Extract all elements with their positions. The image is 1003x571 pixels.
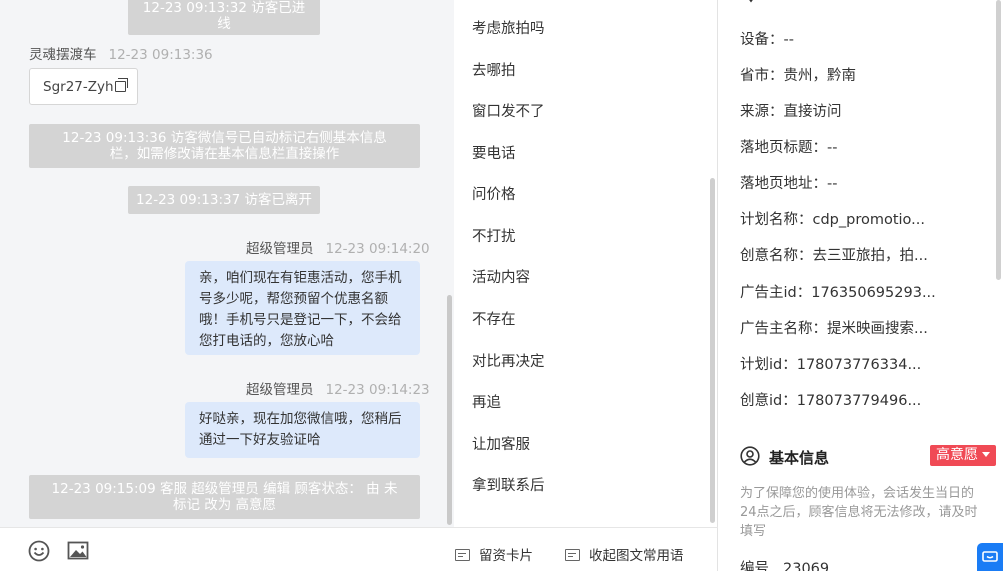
quick-reply-item[interactable]: 要电话 — [472, 142, 516, 163]
caret-down-icon — [982, 452, 990, 457]
info-row-source: 来源：直接访问 — [740, 104, 842, 120]
visitor-name: 灵魂摆渡车 — [29, 47, 97, 63]
info-row-device: 设备：-- — [740, 32, 794, 48]
location-icon — [749, 0, 753, 3]
info-row-serial: 编号 23069 — [740, 561, 830, 571]
visitor-info-panel: 设备：-- 省市：贵州，黔南 来源：直接访问 落地页标题：-- 落地页地址：--… — [719, 0, 1003, 571]
chat-toolbar — [0, 527, 454, 571]
system-note-status-change: 12-23 09:15:09 客服 超级管理员 编辑 顾客状态： 由 未标记 改… — [29, 475, 420, 519]
info-row-creative-id: 创意id：178073779496... — [740, 393, 922, 409]
copy-icon[interactable] — [114, 78, 128, 92]
info-row-advertiser-name: 广告主名称：提米映画搜索... — [740, 321, 928, 337]
image-icon[interactable] — [67, 540, 89, 562]
visitor-wechat-card[interactable]: Sgr27-Zyh — [29, 68, 138, 105]
info-row-advertiser-id: 广告主id：176350695293... — [740, 285, 936, 301]
system-note-wechat-marked: 12-23 09:13:36 访客微信号已自动标记右侧基本信息栏，如需修改请在基… — [29, 124, 420, 168]
quick-reply-item[interactable]: 去哪拍 — [472, 59, 516, 80]
quick-reply-item[interactable]: 让加客服 — [472, 433, 530, 454]
quick-reply-scrollbar[interactable] — [710, 178, 715, 523]
chat-scrollbar[interactable] — [447, 295, 452, 525]
quick-reply-item[interactable]: 窗口发不了 — [472, 100, 545, 121]
info-row-landing-url: 落地页地址：-- — [740, 176, 838, 192]
emoji-icon[interactable] — [28, 540, 50, 562]
info-row-plan-name: 计划名称：cdp_promotio... — [740, 212, 926, 228]
quick-reply-item[interactable]: 考虑旅拍吗 — [472, 17, 545, 38]
agent-name: 超级管理员 — [246, 241, 314, 257]
info-scrollbar[interactable] — [996, 0, 1001, 280]
agent-name: 超级管理员 — [246, 382, 314, 398]
quick-reply-item[interactable]: 不存在 — [472, 308, 516, 329]
agent-message-meta: 超级管理员 12-23 09:14:20 — [246, 237, 430, 257]
quick-reply-item[interactable]: 活动内容 — [472, 266, 530, 287]
message-card-icon — [565, 549, 580, 561]
quick-reply-item[interactable]: 再追 — [472, 391, 501, 412]
system-note-left: 12-23 09:13:37 访客已离开 — [128, 186, 320, 214]
visitor-message-time: 12-23 09:13:36 — [108, 47, 213, 63]
quick-reply-footer: 留资卡片 收起图文常用语 — [454, 527, 718, 571]
basic-info-header: 基本信息 高意愿 — [740, 445, 996, 467]
chat-panel: 12-23 09:13:32 访客已进线 灵魂摆渡车 12-23 09:13:36… — [0, 0, 454, 571]
collapse-phrases-button[interactable]: 收起图文常用语 — [565, 544, 684, 564]
agent-message-time: 12-23 09:14:20 — [325, 241, 430, 257]
edit-notice: 为了保障您的使用体验，会话发生当日的24点之后，顾客信息将无法修改，请及时填写 — [740, 486, 978, 539]
quick-reply-item[interactable]: 对比再决定 — [472, 350, 545, 371]
chat-bubble-icon — [982, 551, 998, 562]
agent-message-bubble: 好哒亲，现在加您微信哦，您稍后通过一下好友验证哈 — [185, 402, 420, 458]
quick-reply-panel: 考虑旅拍吗 去哪拍 窗口发不了 要电话 问价格 不打扰 活动内容 不存在 对比再… — [454, 0, 718, 571]
visitor-message-meta: 灵魂摆渡车 12-23 09:13:36 — [29, 43, 213, 63]
message-card-icon — [455, 549, 470, 561]
agent-message-time: 12-23 09:14:23 — [325, 382, 430, 398]
info-row-plan-id: 计划id：178073776334... — [740, 357, 922, 373]
chat-messages[interactable]: 12-23 09:13:32 访客已进线 灵魂摆渡车 12-23 09:13:36… — [0, 0, 454, 527]
info-row-region: 省市：贵州，黔南 — [740, 68, 856, 84]
info-row-landing-title: 落地页标题：-- — [740, 140, 838, 156]
wechat-id-text: Sgr27-Zyh — [43, 79, 114, 95]
floating-chat-button[interactable] — [977, 543, 1003, 571]
agent-message-bubble: 亲，咱们现在有钜惠活动，您手机号多少呢，帮您预留个优惠名额哦！手机号只是登记一下… — [185, 261, 420, 355]
user-icon — [740, 446, 760, 466]
quick-reply-item[interactable]: 不打扰 — [472, 225, 516, 246]
agent-message-meta: 超级管理员 12-23 09:14:23 — [246, 378, 430, 398]
basic-info-title: 基本信息 — [769, 449, 830, 467]
lead-card-button[interactable]: 留资卡片 — [455, 544, 533, 564]
quick-reply-item[interactable]: 拿到联系后 — [472, 474, 545, 495]
info-row-creative-name: 创意名称：去三亚旅拍，拍... — [740, 248, 928, 264]
system-note-entered: 12-23 09:13:32 访客已进线 — [128, 0, 320, 35]
intent-tag-dropdown[interactable]: 高意愿 — [930, 445, 996, 466]
quick-reply-item[interactable]: 问价格 — [472, 183, 516, 204]
